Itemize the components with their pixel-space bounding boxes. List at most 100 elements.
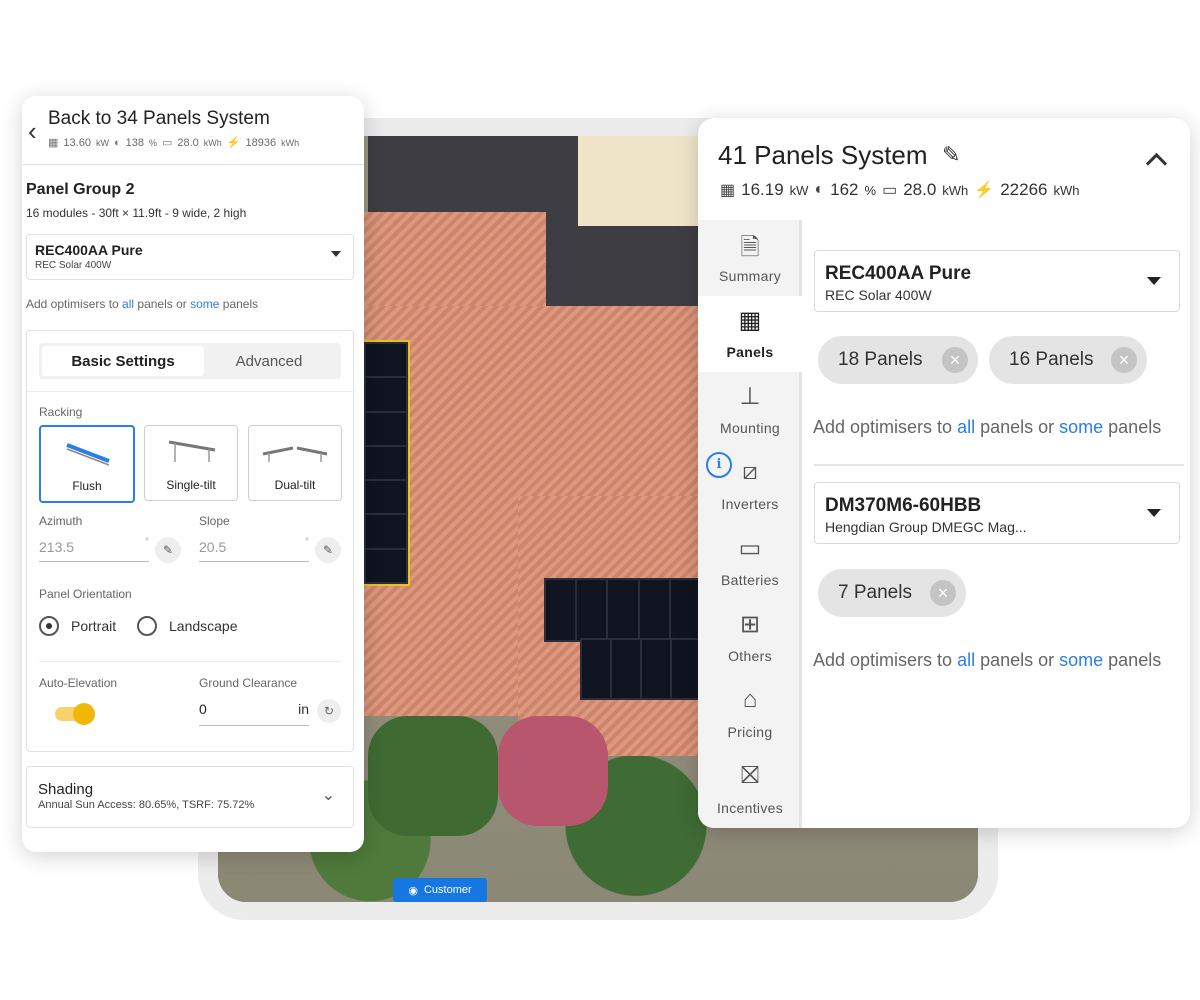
azimuth-unit: ° <box>145 537 149 548</box>
ground-clearance-value: 0 <box>199 701 207 717</box>
eye-icon: ◉ <box>408 884 418 897</box>
pencil-icon[interactable]: ✎ <box>942 142 960 168</box>
offset-icon: ◐ <box>113 136 121 149</box>
grid-icon: ▦ <box>720 182 736 199</box>
racking-flush-option[interactable]: Flush <box>39 425 135 503</box>
module-select[interactable]: REC400AA Pure REC Solar 400W <box>26 234 354 280</box>
module-name: DM370M6-60HBB <box>825 495 982 516</box>
racking-option-label: Dual-tilt <box>274 478 316 492</box>
refresh-icon: ↻ <box>323 704 335 718</box>
shading-summary: Annual Sun Access: 80.65%, TSRF: 75.72% <box>38 799 255 811</box>
sidebar-item-mounting[interactable]: ⊥ Mounting <box>698 372 802 448</box>
stat-power: 16.19 <box>741 180 784 199</box>
solar-array[interactable] <box>580 638 702 700</box>
optimisers-some-link[interactable]: some <box>190 297 219 311</box>
mounting-icon: ⊥ <box>739 383 761 410</box>
stat-offset: 138 <box>125 136 144 149</box>
optimisers-all-link[interactable]: all <box>122 297 134 311</box>
module-select[interactable]: REC400AA Pure REC Solar 400W <box>814 250 1180 312</box>
landscape-radio[interactable] <box>137 616 157 636</box>
auto-elevation-toggle[interactable] <box>55 703 95 725</box>
tab-advanced[interactable]: Advanced <box>199 346 339 376</box>
slope-unit: ° <box>305 537 309 548</box>
battery-icon: ▭ <box>882 182 898 199</box>
panel-orientation-label: Panel Orientation <box>39 587 132 601</box>
system-sidebar: 🗎 Summary ▦ Panels ⊥ Mounting ⧄ Inverter… <box>698 220 802 828</box>
stat-power-unit: kW <box>789 182 809 198</box>
back-title[interactable]: Back to 34 Panels System <box>48 108 270 130</box>
sidebar-item-label: Inverters <box>721 496 779 512</box>
close-icon[interactable]: × <box>942 347 968 373</box>
divider <box>814 464 1184 466</box>
portrait-label[interactable]: Portrait <box>71 618 116 634</box>
chip-label: 7 Panels <box>838 582 912 603</box>
back-header[interactable]: ‹ Back to 34 Panels System ▦ 13.60 kW ◐ 138… <box>22 96 364 165</box>
panel-group-chip[interactable]: 18 Panels × <box>818 336 978 384</box>
tab-basic-settings[interactable]: Basic Settings <box>42 346 204 376</box>
close-icon[interactable]: × <box>930 580 956 606</box>
sidebar-item-incentives[interactable]: ⛝ Incentives <box>698 752 802 828</box>
sidebar-item-label: Others <box>728 648 772 664</box>
sidebar-item-pricing[interactable]: ⌂ Pricing <box>698 676 802 752</box>
settings-tabs: Basic Settings Advanced <box>39 343 341 379</box>
stat-storage-unit: kWh <box>203 137 222 148</box>
battery-icon: ▭ <box>161 137 173 149</box>
racking-single-tilt-option[interactable]: Single-tilt <box>144 425 238 501</box>
flush-racking-icon <box>66 443 110 466</box>
bolt-icon: ⚡ <box>974 182 995 199</box>
optimisers-suffix: panels <box>1103 417 1162 437</box>
optimisers-all-link[interactable]: all <box>957 417 975 437</box>
settings-box: Basic Settings Advanced Racking Flush Si… <box>26 330 354 752</box>
slope-value: 20.5 <box>199 539 227 555</box>
sidebar-item-batteries[interactable]: ▭ Batteries <box>698 524 802 600</box>
optimisers-middle: panels or <box>134 297 191 311</box>
panel-group-chip[interactable]: 7 Panels × <box>818 569 966 617</box>
module-select[interactable]: DM370M6-60HBB Hengdian Group DMEGC Mag..… <box>814 482 1180 544</box>
stat-storage: 28.0 <box>177 136 199 149</box>
stat-storage-unit: kWh <box>942 182 969 198</box>
racking-dual-tilt-option[interactable]: Dual-tilt <box>248 425 342 501</box>
chevron-down-icon[interactable]: ⌄ <box>322 785 335 805</box>
landscape-label[interactable]: Landscape <box>169 618 238 634</box>
optimisers-hint: Add optimisers to all panels or some pan… <box>813 417 1161 438</box>
optimisers-suffix: panels <box>1103 650 1162 670</box>
customer-view-button[interactable]: ◉ Customer <box>393 878 487 902</box>
caret-down-icon <box>1147 277 1161 285</box>
solar-array[interactable] <box>544 578 702 642</box>
shading-section[interactable]: Shading Annual Sun Access: 80.65%, TSRF:… <box>26 766 354 828</box>
sidebar-item-label: Batteries <box>721 572 779 588</box>
reset-clearance-button[interactable]: ↻ <box>317 699 341 723</box>
slope-field[interactable]: 20.5 ° <box>199 537 309 562</box>
solar-array-selected[interactable] <box>362 340 410 586</box>
sidebar-item-label: Mounting <box>720 420 780 436</box>
tree <box>368 716 498 836</box>
module-manufacturer: REC Solar 400W <box>35 260 112 271</box>
sidebar-item-label: Panels <box>726 344 774 360</box>
sidebar-item-others[interactable]: ⊞ Others <box>698 600 802 676</box>
panel-group-chip[interactable]: 16 Panels × <box>989 336 1147 384</box>
optimisers-suffix: panels <box>219 297 259 311</box>
ground-clearance-input[interactable]: 0 in <box>199 701 309 726</box>
portrait-radio[interactable] <box>39 616 59 636</box>
divider <box>39 661 341 662</box>
edit-slope-button[interactable]: ✎ <box>315 537 341 563</box>
chevron-up-icon[interactable] <box>1145 152 1168 175</box>
optimisers-some-link[interactable]: some <box>1059 650 1103 670</box>
offset-icon: ◐ <box>814 181 825 198</box>
azimuth-field[interactable]: 213.5 ° <box>39 537 149 562</box>
azimuth-value: 213.5 <box>39 539 75 555</box>
optimisers-prefix: Add optimisers to <box>813 650 958 670</box>
optimisers-some-link[interactable]: some <box>1059 417 1103 437</box>
edit-azimuth-button[interactable]: ✎ <box>155 537 181 563</box>
optimisers-all-link[interactable]: all <box>957 650 975 670</box>
single-tilt-racking-icon <box>168 440 216 462</box>
info-icon[interactable]: i <box>706 452 732 478</box>
chevron-left-icon[interactable]: ‹ <box>28 116 37 147</box>
pencil-icon: ✎ <box>162 543 174 557</box>
document-icon: 🗎 <box>740 234 760 261</box>
tag-icon: ⌂ <box>742 686 758 713</box>
sidebar-item-summary[interactable]: 🗎 Summary <box>698 220 802 296</box>
ground-clearance-label: Ground Clearance <box>199 676 298 690</box>
sidebar-item-panels[interactable]: ▦ Panels <box>698 296 802 372</box>
close-icon[interactable]: × <box>1111 347 1137 373</box>
